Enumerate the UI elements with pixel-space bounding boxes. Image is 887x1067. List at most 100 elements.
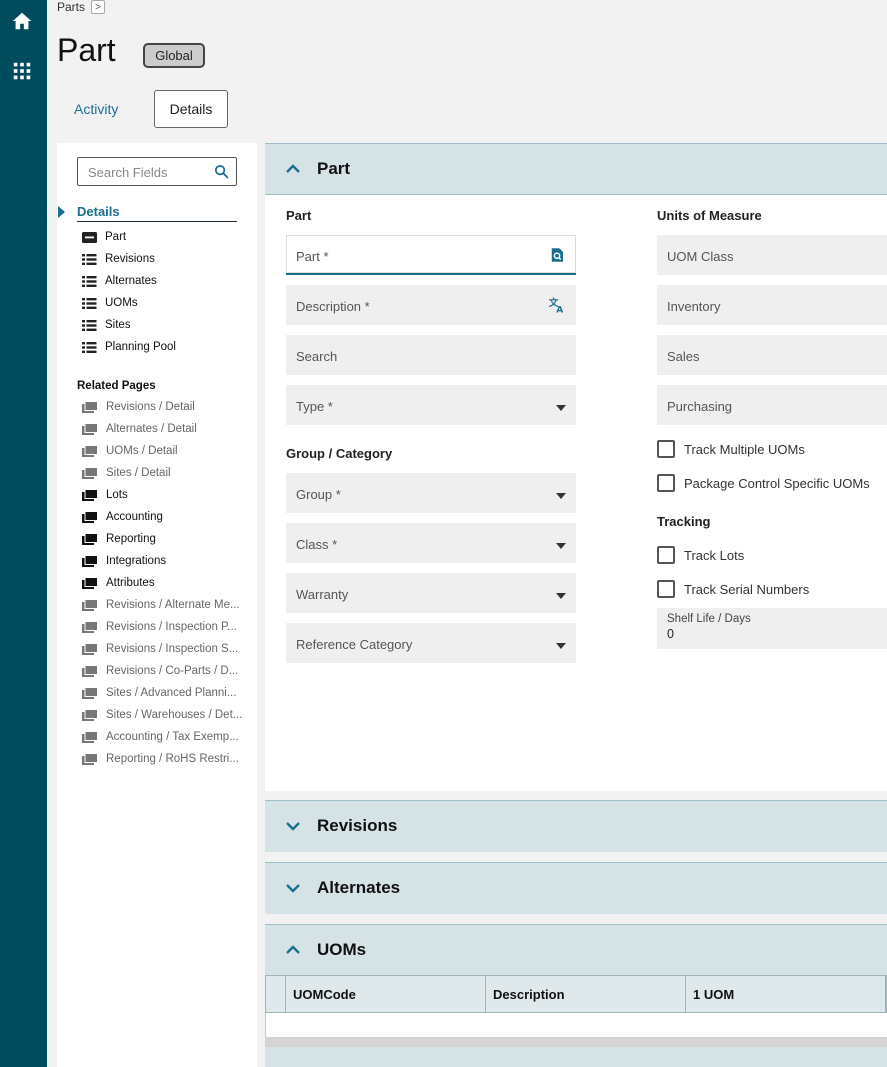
shelf-life-field[interactable]: Shelf Life / Days 0 — [657, 608, 887, 649]
uoms-card-header[interactable]: UOMs — [265, 925, 887, 975]
related-page-item[interactable]: Alternates / Detail — [82, 421, 197, 437]
chevron-up-icon[interactable] — [285, 163, 311, 175]
pages-icon — [82, 488, 98, 502]
nav-item-sites[interactable]: Sites — [82, 317, 131, 333]
column-header-description[interactable]: Description — [486, 976, 686, 1012]
part-card-body: Part Part * Description * 文A Search Type… — [265, 194, 887, 791]
column-header-uomcode[interactable]: UOMCode — [286, 976, 486, 1012]
nav-item-alternates[interactable]: Alternates — [82, 273, 157, 289]
dropdown-arrow-icon[interactable] — [556, 643, 566, 649]
apps-grid-icon[interactable] — [11, 60, 33, 82]
expand-caret-icon[interactable] — [58, 206, 65, 218]
track-lots-checkbox[interactable]: Track Lots — [657, 546, 744, 564]
related-page-item[interactable]: Reporting / RoHS Restri... — [82, 751, 239, 767]
list-icon — [82, 297, 97, 310]
description-field-label: Description * — [296, 299, 370, 314]
group-select[interactable]: Group * — [286, 473, 576, 513]
related-page-item[interactable]: Lots — [82, 487, 128, 503]
part-field[interactable]: Part * — [286, 235, 576, 275]
breadcrumb-parts[interactable]: Parts — [57, 0, 85, 14]
related-page-item[interactable]: Revisions / Alternate Me... — [82, 597, 240, 613]
part-section-label: Part — [286, 208, 312, 223]
related-page-item[interactable]: Sites / Detail — [82, 465, 171, 481]
pages-icon — [82, 400, 98, 414]
search-fields-input[interactable]: Search Fields — [77, 157, 237, 186]
lookup-icon[interactable] — [548, 246, 566, 264]
uoms-card-title: UOMs — [317, 940, 367, 959]
pages-icon — [82, 686, 98, 700]
related-page-label: Reporting — [106, 533, 156, 545]
purchasing-field[interactable]: Purchasing — [657, 385, 887, 425]
nav-item-uoms[interactable]: UOMs — [82, 295, 138, 311]
related-page-label: Sites / Detail — [106, 467, 171, 479]
checkbox-box[interactable] — [657, 546, 675, 564]
list-icon — [82, 253, 97, 266]
horizontal-scrollbar[interactable] — [265, 1037, 887, 1047]
checkbox-box[interactable] — [657, 580, 675, 598]
related-page-item[interactable]: Reporting — [82, 531, 156, 547]
card-icon — [82, 231, 97, 244]
pages-icon — [82, 422, 98, 436]
nav-item-part[interactable]: Part — [82, 229, 126, 245]
chevron-down-icon[interactable] — [285, 882, 311, 894]
related-page-item[interactable]: Sites / Advanced Planni... — [82, 685, 236, 701]
dropdown-arrow-icon[interactable] — [556, 405, 566, 411]
tab-details[interactable]: Details — [154, 90, 228, 128]
checkbox-box[interactable] — [657, 440, 675, 458]
global-badge[interactable]: Global — [143, 43, 205, 68]
warranty-select[interactable]: Warranty — [286, 573, 576, 613]
pages-icon — [82, 752, 98, 766]
track-multiple-uoms-checkbox[interactable]: Track Multiple UOMs — [657, 440, 805, 458]
related-page-item[interactable]: Revisions / Inspection S... — [82, 641, 238, 657]
list-icon — [82, 319, 97, 332]
uom-class-field[interactable]: UOM Class — [657, 235, 887, 275]
related-page-item[interactable]: Attributes — [82, 575, 155, 591]
class-select[interactable]: Class * — [286, 523, 576, 563]
related-page-item[interactable]: Revisions / Co-Parts / D... — [82, 663, 238, 679]
related-page-item[interactable]: Accounting — [82, 509, 163, 525]
nav-item-revisions[interactable]: Revisions — [82, 251, 155, 267]
tracking-label: Tracking — [657, 514, 711, 529]
description-field[interactable]: Description * 文A — [286, 285, 576, 325]
search-field[interactable]: Search — [286, 335, 576, 375]
track-serial-numbers-checkbox[interactable]: Track Serial Numbers — [657, 580, 809, 598]
related-page-label: Attributes — [106, 577, 155, 589]
alternates-card-header[interactable]: Alternates — [265, 863, 887, 913]
uoms-table-header: UOMCode Description 1 UOM — [265, 975, 887, 1013]
home-icon[interactable] — [11, 10, 33, 32]
related-page-item[interactable]: Accounting / Tax Exemp... — [82, 729, 239, 745]
search-icon[interactable] — [213, 163, 230, 180]
reference-category-select[interactable]: Reference Category — [286, 623, 576, 663]
dropdown-arrow-icon[interactable] — [556, 593, 566, 599]
column-header-1-uom[interactable]: 1 UOM — [686, 976, 886, 1012]
dropdown-arrow-icon[interactable] — [556, 493, 566, 499]
package-control-checkbox[interactable]: Package Control Specific UOMs — [657, 474, 870, 492]
related-page-item[interactable]: Revisions / Detail — [82, 399, 195, 415]
nav-item-label: Planning Pool — [105, 341, 176, 353]
related-page-item[interactable]: Integrations — [82, 553, 166, 569]
part-card-header[interactable]: Part — [265, 144, 887, 194]
warranty-select-label: Warranty — [296, 587, 349, 602]
table-row[interactable] — [265, 1013, 887, 1037]
nav-item-planning-pool[interactable]: Planning Pool — [82, 339, 176, 355]
checkbox-box[interactable] — [657, 474, 675, 492]
related-page-item[interactable]: UOMs / Detail — [82, 443, 178, 459]
sales-field[interactable]: Sales — [657, 335, 887, 375]
pages-icon — [82, 444, 98, 458]
row-selector-header[interactable] — [266, 976, 286, 1012]
breadcrumb-chevron-icon[interactable]: > — [91, 0, 106, 14]
type-select[interactable]: Type * — [286, 385, 576, 425]
translate-icon[interactable]: 文A — [548, 296, 566, 314]
inventory-field[interactable]: Inventory — [657, 285, 887, 325]
chevron-up-icon[interactable] — [285, 944, 311, 956]
related-page-label: Accounting / Tax Exemp... — [106, 731, 239, 743]
tab-activity[interactable]: Activity — [74, 101, 118, 117]
revisions-card-header[interactable]: Revisions — [265, 801, 887, 851]
chevron-down-icon[interactable] — [285, 820, 311, 832]
pages-icon — [82, 664, 98, 678]
pages-icon — [82, 620, 98, 634]
dropdown-arrow-icon[interactable] — [556, 543, 566, 549]
related-page-item[interactable]: Revisions / Inspection P... — [82, 619, 237, 635]
related-page-item[interactable]: Sites / Warehouses / Det... — [82, 707, 242, 723]
nav-details-header[interactable]: Details — [77, 204, 237, 222]
